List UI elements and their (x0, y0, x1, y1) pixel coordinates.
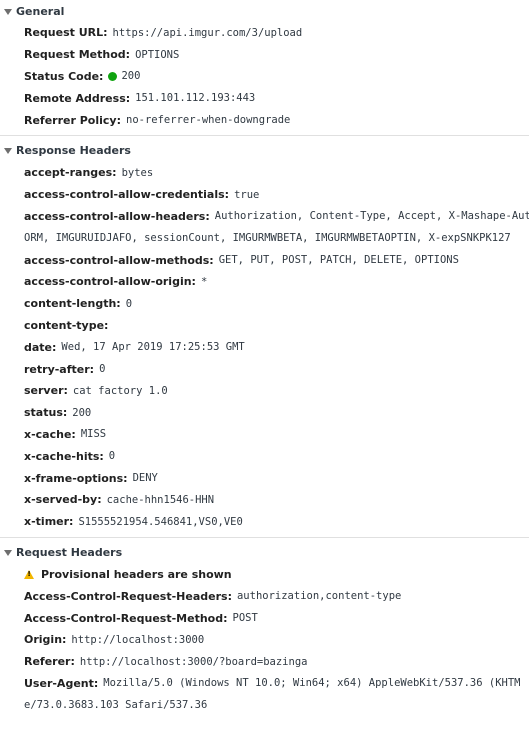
header-key: content-length: (24, 297, 121, 311)
header-value: ORM, IMGURUIDJAFO, sessionCount, IMGURMW… (24, 232, 511, 245)
header-key: Referrer Policy: (24, 113, 121, 127)
header-key: access-control-allow-origin: (24, 275, 196, 289)
header-value: GET, PUT, POST, PATCH, DELETE, OPTIONS (218, 254, 459, 267)
header-row: x-cache: MISS (0, 424, 529, 446)
response-headers-title: Response Headers (16, 144, 131, 158)
header-row: Origin: http://localhost:3000 (0, 629, 529, 651)
header-value: OPTIONS (135, 48, 180, 61)
header-key: Request URL: (24, 26, 108, 40)
header-value: e/73.0.3683.103 Safari/537.36 (24, 699, 208, 712)
request-headers-section: Request Headers Provisional headers are … (0, 542, 529, 717)
header-row: retry-after: 0 (0, 358, 529, 380)
header-key: User-Agent: (24, 676, 99, 690)
collapse-triangle-icon (4, 148, 12, 155)
collapse-triangle-icon (4, 550, 12, 557)
header-key: retry-after: (24, 362, 95, 376)
header-value: DENY (132, 472, 158, 485)
header-key: x-served-by: (24, 493, 102, 507)
header-row: Referer: http://localhost:3000/?board=baz… (0, 651, 529, 673)
header-row: Access-Control-Request-Headers: authoriza… (0, 585, 529, 607)
header-row: server: cat factory 1.0 (0, 380, 529, 402)
header-key: Origin: (24, 633, 67, 647)
header-row: content-length: 0 (0, 293, 529, 315)
header-value: cache-hhn1546-HHN (106, 493, 215, 506)
header-row: x-timer: S1555521954.546841,VS0,VE0 (0, 511, 529, 533)
header-value: 200 (72, 406, 92, 419)
status-dot-icon (108, 71, 118, 81)
header-value: authorization,content-type (236, 590, 402, 603)
header-key: access-control-allow-headers: (24, 209, 210, 223)
header-key: content-type: (24, 318, 109, 332)
header-key: x-cache: (24, 427, 76, 441)
header-value: 151.101.112.193:443 (135, 92, 256, 105)
header-key: server: (24, 384, 68, 398)
header-value: no-referrer-when-downgrade (126, 114, 291, 127)
provisional-headers-warning: Provisional headers are shown (0, 564, 529, 586)
general-section: General Request URL: https://api.imgur.c… (0, 0, 529, 131)
general-row-status-code: Status Code: 200 (0, 66, 529, 88)
header-key: x-frame-options: (24, 471, 128, 485)
header-value: cat factory 1.0 (72, 384, 168, 397)
header-key: x-timer: (24, 515, 74, 529)
header-value: bytes (121, 166, 154, 179)
header-key: Referer: (24, 655, 75, 669)
header-value: https://api.imgur.com/3/upload (112, 26, 303, 39)
general-row-referrer-policy: Referrer Policy: no-referrer-when-downgr… (0, 109, 529, 131)
header-row: accept-ranges: bytes (0, 162, 529, 184)
header-row: User-Agent: Mozilla/5.0 (Windows NT 10.0;… (0, 673, 529, 695)
header-key: x-cache-hits: (24, 449, 104, 463)
header-value: POST (232, 612, 258, 625)
header-row: Access-Control-Request-Method: POST (0, 607, 529, 629)
general-row-remote-address: Remote Address: 151.101.112.193:443 (0, 87, 529, 109)
header-value: 0 (125, 297, 133, 310)
warning-icon (24, 569, 34, 579)
general-row-request-url: Request URL: https://api.imgur.com/3/upl… (0, 22, 529, 44)
header-row: access-control-allow-headers: Authorizati… (0, 206, 529, 228)
header-row: access-control-allow-credentials: true (0, 184, 529, 206)
header-key: access-control-allow-methods: (24, 253, 214, 267)
header-key: Access-Control-Request-Method: (24, 611, 228, 625)
header-value: 200 (121, 70, 141, 83)
request-headers-section-header[interactable]: Request Headers (0, 542, 529, 564)
header-key: Status Code: (24, 69, 104, 83)
collapse-triangle-icon (4, 8, 12, 15)
header-value: * (200, 275, 208, 288)
header-value: Mozilla/5.0 (Windows NT 10.0; Win64; x64… (103, 677, 521, 690)
general-section-header[interactable]: General (0, 0, 529, 22)
request-headers-title: Request Headers (16, 546, 123, 560)
header-row: x-cache-hits: 0 (0, 445, 529, 467)
header-key: date: (24, 340, 57, 354)
header-row: x-served-by: cache-hhn1546-HHN (0, 489, 529, 511)
header-value: S1555521954.546841,VS0,VE0 (78, 515, 243, 528)
header-value: true (234, 188, 260, 201)
header-row: date: Wed, 17 Apr 2019 17:25:53 GMT (0, 336, 529, 358)
header-row-continuation: e/73.0.3683.103 Safari/537.36 (0, 694, 529, 716)
header-value: Wed, 17 Apr 2019 17:25:53 GMT (61, 341, 245, 354)
header-row-continuation: ORM, IMGURUIDJAFO, sessionCount, IMGURMW… (0, 227, 529, 249)
header-value: Authorization, Content-Type, Accept, X-M… (214, 210, 529, 223)
header-key: Remote Address: (24, 91, 131, 105)
header-row: content-type: (0, 315, 529, 337)
header-value: 0 (108, 450, 116, 463)
header-key: status: (24, 406, 68, 420)
general-row-request-method: Request Method: OPTIONS (0, 44, 529, 66)
section-divider (0, 134, 529, 136)
header-row: status: 200 (0, 402, 529, 424)
provisional-headers-label: Provisional headers are shown (41, 567, 232, 581)
header-row: access-control-allow-origin: * (0, 271, 529, 293)
response-headers-section-header[interactable]: Response Headers (0, 140, 529, 162)
header-row: x-frame-options: DENY (0, 467, 529, 489)
header-key: Request Method: (24, 48, 131, 62)
header-value: http://localhost:3000/?board=bazinga (79, 655, 308, 668)
header-key: accept-ranges: (24, 166, 117, 180)
header-value: MISS (80, 428, 107, 441)
header-key: access-control-allow-credentials: (24, 188, 230, 202)
header-key: Access-Control-Request-Headers: (24, 589, 232, 603)
response-headers-section: Response Headers accept-ranges: bytes acce… (0, 140, 529, 533)
general-title: General (16, 4, 65, 18)
header-row: access-control-allow-methods: GET, PUT, P… (0, 249, 529, 271)
header-value: 0 (99, 363, 106, 376)
section-divider (0, 536, 529, 538)
header-value: http://localhost:3000 (71, 633, 205, 646)
